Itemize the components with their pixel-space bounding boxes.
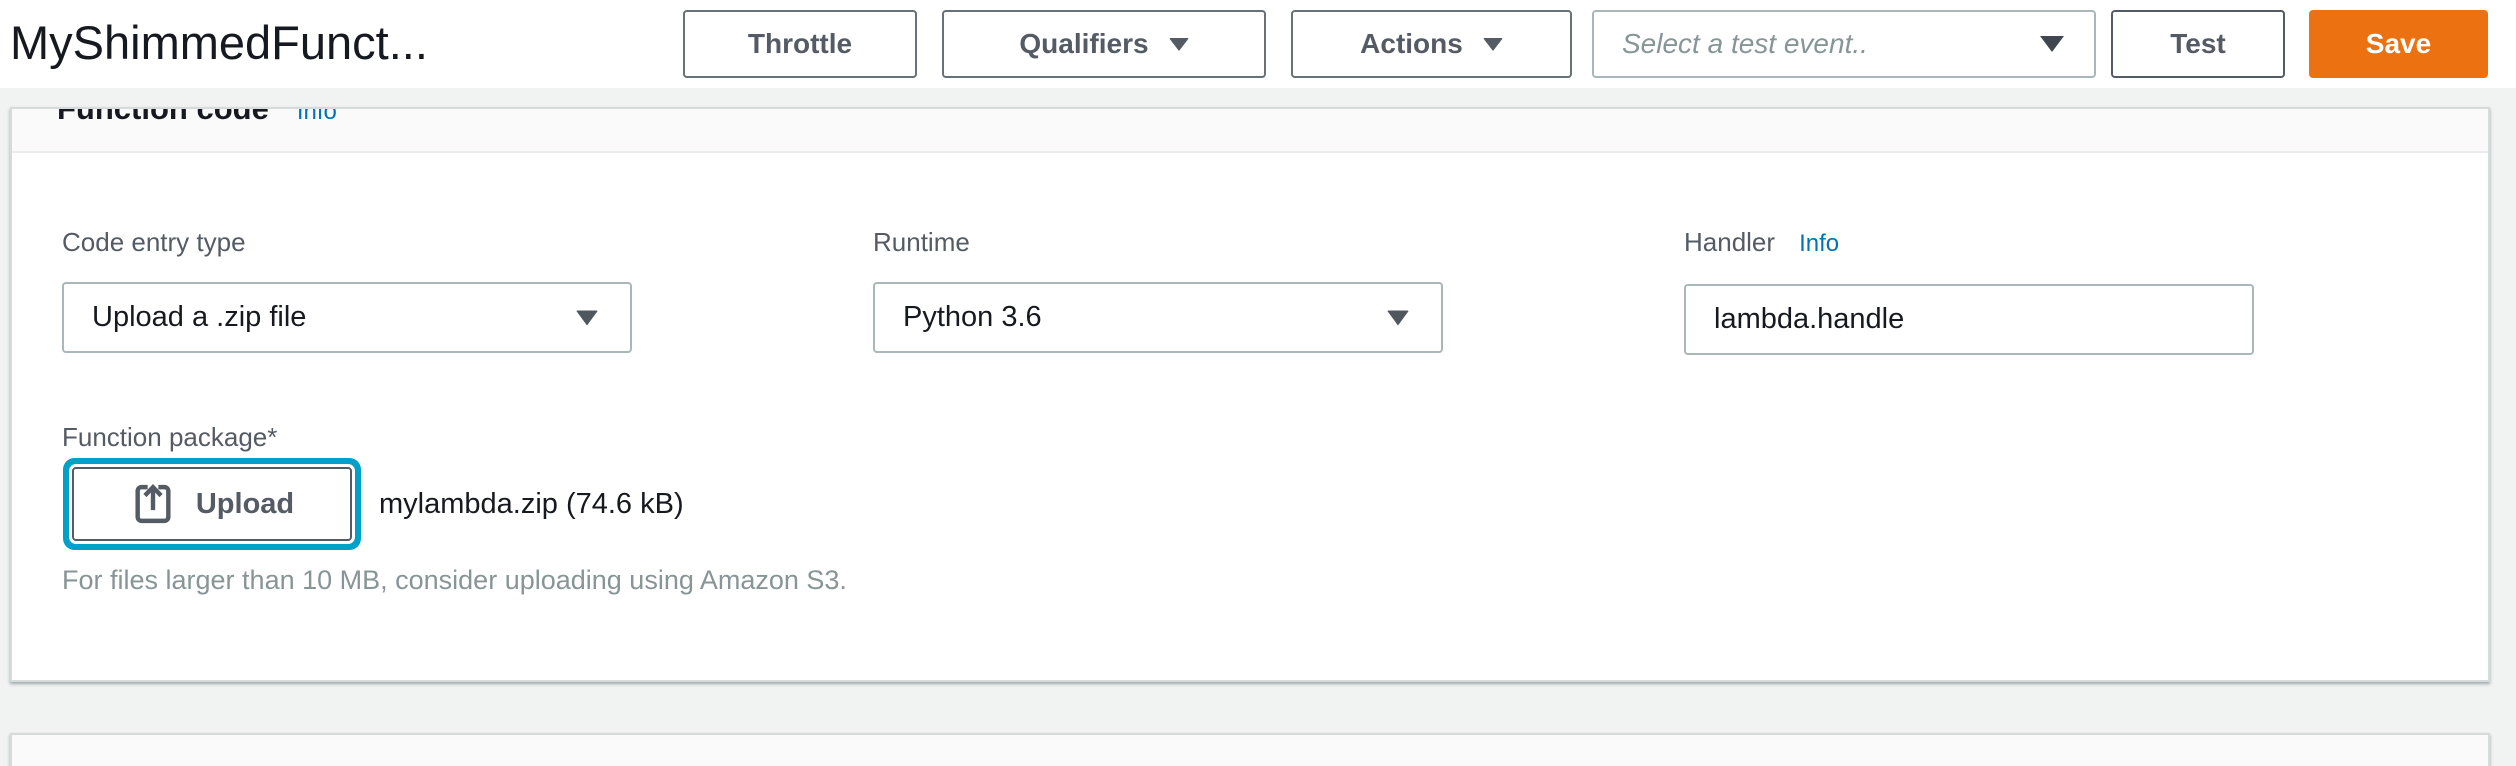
- upload-button[interactable]: Upload: [72, 467, 352, 541]
- function-code-info-link[interactable]: Info: [297, 107, 337, 130]
- function-code-section-body: Code entry type Upload a .zip file Runti…: [12, 153, 2488, 596]
- qualifiers-button-label: Qualifiers: [1019, 28, 1148, 60]
- runtime-label: Runtime: [873, 227, 1443, 257]
- function-package-label: Function package*: [62, 422, 2488, 452]
- caret-down-icon: [1169, 38, 1189, 51]
- test-event-placeholder: Select a test event..: [1622, 28, 1868, 60]
- code-entry-type-select[interactable]: Upload a .zip file: [62, 282, 632, 353]
- caret-down-icon: [576, 310, 598, 325]
- function-code-section: Function code Info Code entry type Uploa…: [10, 107, 2490, 682]
- actions-button-label: Actions: [1360, 28, 1463, 60]
- uploaded-file-info: mylambda.zip (74.6 kB): [379, 488, 684, 521]
- test-button[interactable]: Test: [2111, 10, 2285, 78]
- handler-input[interactable]: [1684, 284, 2254, 355]
- handler-label: Handler: [1684, 227, 1775, 257]
- code-entry-type-value: Upload a .zip file: [92, 301, 306, 334]
- actions-dropdown-button[interactable]: Actions: [1291, 10, 1572, 78]
- function-header-bar: MyShimmedFunct... Throttle Qualifiers Ac…: [0, 0, 2516, 88]
- caret-down-icon: [2040, 36, 2064, 52]
- handler-info-link[interactable]: Info: [1799, 229, 1839, 259]
- next-section-card: [10, 733, 2490, 766]
- function-name-title: MyShimmedFunct...: [10, 0, 428, 88]
- function-code-section-header: Function code Info: [12, 107, 2488, 153]
- throttle-button-label: Throttle: [748, 28, 852, 60]
- runtime-value: Python 3.6: [903, 301, 1042, 334]
- upload-button-label: Upload: [196, 488, 294, 521]
- caret-down-icon: [1483, 38, 1503, 51]
- upload-helper-text: For files larger than 10 MB, consider up…: [62, 564, 2488, 596]
- code-entry-type-label: Code entry type: [62, 227, 632, 257]
- qualifiers-dropdown-button[interactable]: Qualifiers: [942, 10, 1266, 78]
- throttle-button[interactable]: Throttle: [683, 10, 917, 78]
- runtime-select[interactable]: Python 3.6: [873, 282, 1443, 353]
- test-button-label: Test: [2170, 28, 2226, 60]
- save-button-label: Save: [2366, 28, 2431, 60]
- save-button[interactable]: Save: [2309, 10, 2488, 78]
- caret-down-icon: [1387, 310, 1409, 325]
- test-event-select[interactable]: Select a test event..: [1592, 10, 2096, 78]
- function-code-heading: Function code: [57, 107, 269, 127]
- upload-icon: [130, 481, 176, 527]
